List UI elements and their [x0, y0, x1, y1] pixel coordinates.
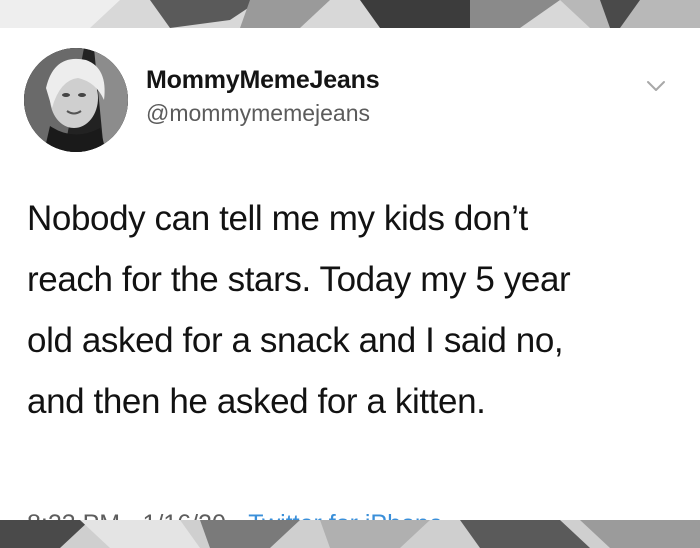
background-fur-top — [0, 0, 700, 28]
user-handle[interactable]: @mommymemejeans — [146, 100, 370, 127]
tweet-line: old asked for a snack and I said no, — [27, 321, 564, 360]
tweet-line: reach for the stars. Today my 5 year — [27, 260, 571, 299]
tweet-line: and then he asked for a kitten. — [27, 382, 486, 421]
tweet-card[interactable]: MommyMemeJeans @mommymemejeans Nobody ca… — [0, 28, 700, 538]
tweet-text: Nobody can tell me my kids don’t reach f… — [27, 188, 667, 432]
tweet-line: Nobody can tell me my kids don’t — [27, 199, 528, 238]
avatar[interactable] — [24, 48, 128, 152]
chevron-down-icon[interactable] — [644, 74, 668, 98]
display-name[interactable]: MommyMemeJeans — [146, 66, 380, 95]
background-fur-bottom — [0, 520, 700, 548]
